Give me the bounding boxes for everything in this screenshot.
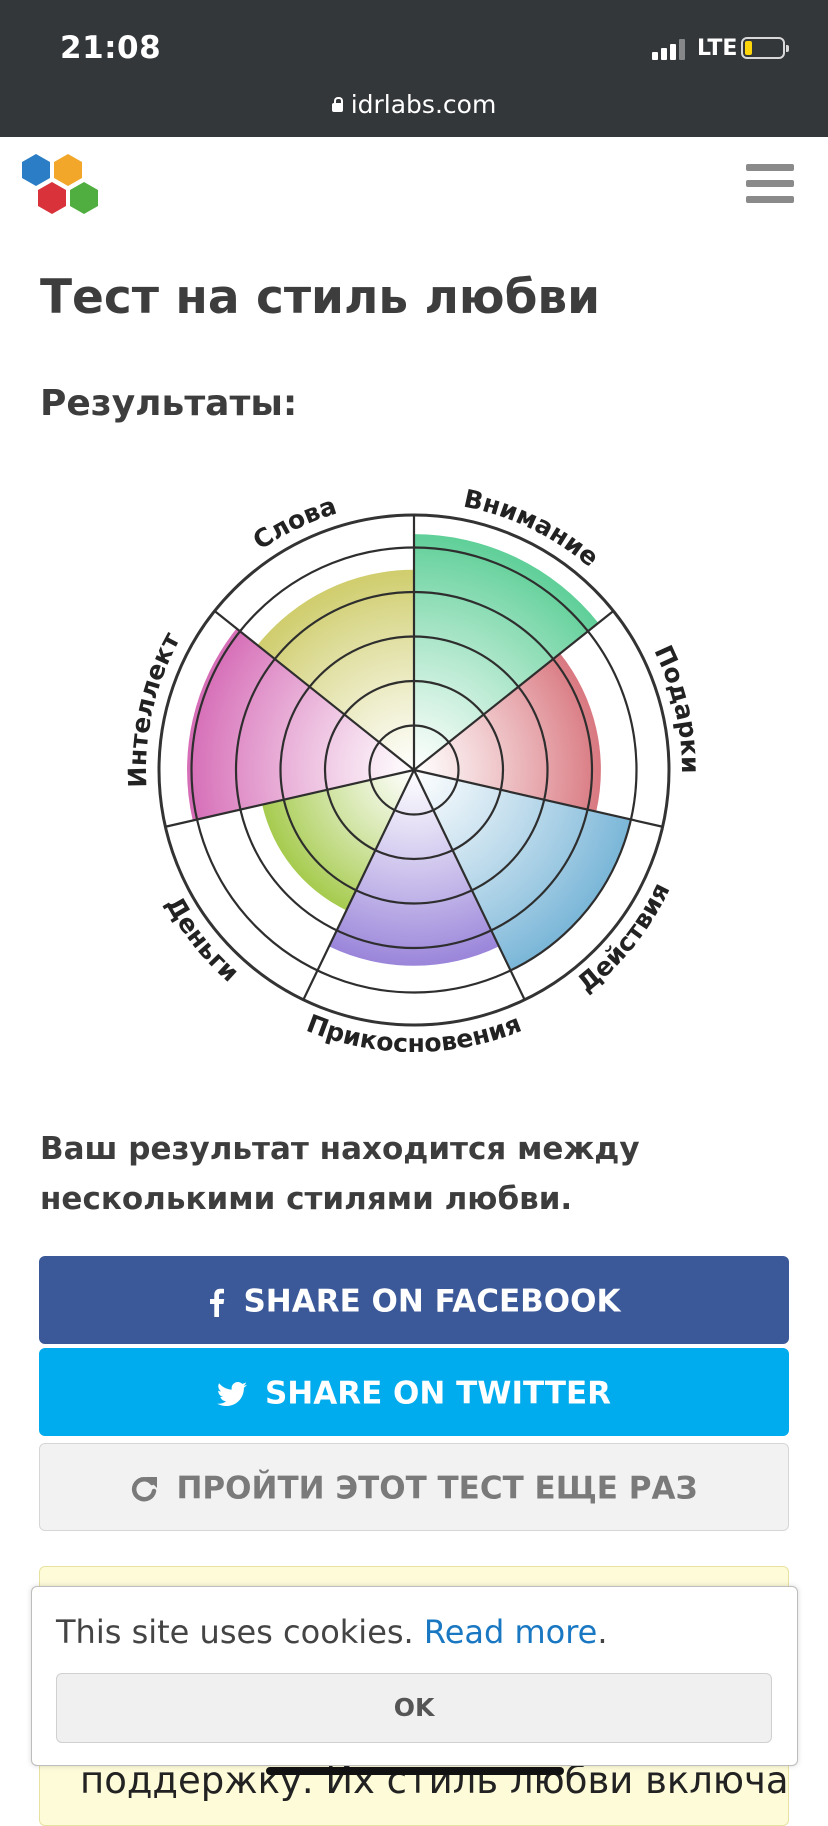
hamburger-menu-icon[interactable] <box>746 164 794 204</box>
result-text-line2: несколькими стилями любви. <box>40 1181 573 1217</box>
status-bar: 21:08 LTE idrlabs.com <box>0 0 828 137</box>
cookie-message: This site uses cookies. Read more. <box>56 1613 608 1651</box>
retake-test-label: ПРОЙТИ ЭТОТ ТЕСТ ЕЩЕ РАЗ <box>176 1470 698 1507</box>
share-facebook-button[interactable]: SHARE ON FACEBOOK <box>39 1256 789 1344</box>
retake-test-button[interactable]: ПРОЙТИ ЭТОТ ТЕСТ ЕЩЕ РАЗ <box>39 1443 789 1531</box>
cookie-period: . <box>597 1613 608 1651</box>
result-text: Ваш результат находится между нескольким… <box>40 1124 788 1224</box>
facebook-icon <box>210 1288 225 1317</box>
hexagon-cluster-logo[interactable] <box>18 150 110 220</box>
url-text: idrlabs.com <box>350 90 497 119</box>
cookie-banner: This site uses cookies. Read more. OK <box>31 1586 798 1766</box>
love-style-wheel-chart: ВниманиеПодаркиДействияПрикосновенияДень… <box>123 484 705 1058</box>
lock-icon <box>331 97 343 112</box>
results-heading: Результаты: <box>40 383 298 424</box>
read-more-link[interactable]: Read more <box>424 1613 597 1651</box>
battery-icon <box>741 37 789 59</box>
network-type: LTE <box>697 36 738 61</box>
status-time: 21:08 <box>60 30 162 66</box>
cookie-message-text: This site uses cookies. <box>56 1613 414 1651</box>
share-facebook-label: SHARE ON FACEBOOK <box>243 1283 621 1320</box>
cookie-ok-button[interactable]: OK <box>56 1673 772 1743</box>
page-title: Тест на стиль любви <box>40 270 601 325</box>
address-bar[interactable]: idrlabs.com <box>0 90 828 119</box>
result-text-line1: Ваш результат находится между <box>40 1131 640 1167</box>
signal-icon <box>652 38 686 60</box>
share-twitter-button[interactable]: SHARE ON TWITTER <box>39 1348 789 1436</box>
twitter-icon <box>216 1381 247 1406</box>
share-twitter-label: SHARE ON TWITTER <box>264 1375 612 1412</box>
home-indicator <box>266 1767 564 1775</box>
refresh-icon <box>132 1476 158 1501</box>
